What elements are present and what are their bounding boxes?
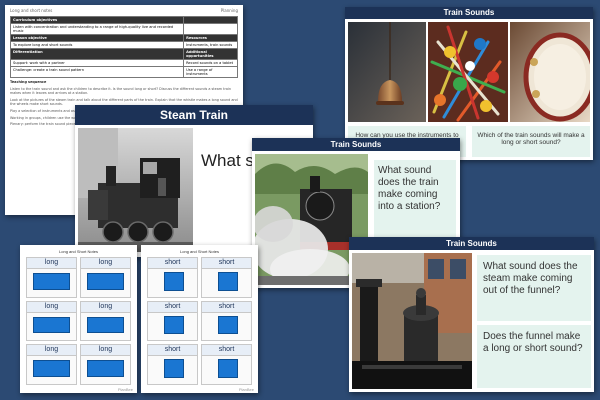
- word-card-label: short: [148, 258, 197, 269]
- word-card-label: long: [27, 345, 76, 357]
- instruments-photo: [348, 22, 590, 122]
- word-card-short: short: [201, 300, 252, 342]
- table-cell: Differentiation: [9, 48, 185, 60]
- word-card-label: short: [202, 301, 251, 313]
- table-row: Differentiation Additional opportunities: [9, 48, 238, 60]
- funnel-illustration: [352, 253, 472, 389]
- word-card-label: long: [27, 301, 76, 313]
- table-row: Lesson objective Resources: [9, 34, 238, 42]
- table-cell: Instruments, train sounds: [183, 41, 238, 49]
- instruments-illustration: [348, 22, 590, 122]
- word-card-label: short: [202, 258, 251, 269]
- question-box-long-short: Which of the train sounds will make a lo…: [472, 126, 590, 157]
- table-cell: To explore long and short sounds: [9, 41, 185, 49]
- word-card-short: short: [201, 344, 252, 385]
- table-row: Support: work with a partner Record sound…: [9, 59, 238, 67]
- word-card-label: long: [81, 301, 130, 313]
- table-row: Curriculum objectives: [9, 16, 238, 24]
- table-row: Challenge: create a train sound pattern U…: [9, 66, 238, 78]
- sheet-title: Long and Short Notes: [59, 249, 98, 254]
- word-card-short: short: [201, 257, 252, 298]
- doc-paragraph: Listen to the train sound and ask the ch…: [10, 86, 232, 96]
- short-note-block: [217, 359, 238, 378]
- long-note-block: [33, 360, 70, 377]
- doc-header-brand: Planning: [220, 8, 238, 13]
- short-note-block: [217, 272, 238, 291]
- word-card-long: long: [80, 300, 131, 342]
- word-card-long: long: [26, 344, 77, 385]
- table-cell: Use a range of instruments: [183, 66, 238, 78]
- long-word-cards-sheet: Long and Short Notes long long long long…: [20, 245, 137, 393]
- word-card-label: short: [202, 345, 251, 357]
- locomotive-illustration: [78, 128, 193, 252]
- long-note-block: [87, 273, 124, 290]
- word-card-long: long: [26, 300, 77, 342]
- table-cell: Listen with concentration and understand…: [9, 23, 185, 35]
- long-note-block: [87, 316, 124, 334]
- short-note-block: [163, 359, 184, 378]
- table-row: To explore long and short sounds Instrume…: [9, 41, 238, 49]
- word-card-long: long: [80, 344, 131, 385]
- funnel-photo: [352, 253, 472, 389]
- question-box-funnel: Does the funnel make a long or short sou…: [477, 325, 591, 388]
- table-row: Listen with concentration and understand…: [9, 23, 238, 35]
- table-cell: Lesson objective: [9, 34, 185, 42]
- table-cell: [183, 16, 238, 24]
- doc-header-title: Long and short notes: [10, 8, 53, 13]
- word-card-short: short: [147, 257, 198, 298]
- doc-header: Long and short notes Planning: [5, 5, 243, 14]
- table-cell: [183, 23, 238, 35]
- word-card-grid: long long long long long long: [26, 257, 131, 385]
- long-note-block: [87, 360, 124, 377]
- sheet-footer: PlanBee: [117, 387, 133, 392]
- planning-table: Curriculum objectives Listen with concen…: [9, 16, 238, 78]
- word-card-label: short: [148, 345, 197, 357]
- word-card-long: long: [26, 257, 77, 298]
- table-cell: Record sounds on a tablet: [183, 59, 238, 67]
- short-note-block: [163, 315, 184, 335]
- table-cell: Curriculum objectives: [9, 16, 185, 24]
- slide-title: Steam Train: [75, 105, 313, 125]
- word-card-label: short: [148, 301, 197, 313]
- sheet-footer: PlanBee: [238, 387, 254, 392]
- question-box-steam: What sound does the steam make coming ou…: [477, 255, 591, 321]
- table-cell: Resources: [183, 34, 238, 42]
- word-card-grid: short short short short short short: [147, 257, 252, 385]
- short-note-block: [163, 272, 184, 291]
- slide-train-sounds-funnel: Train Sounds What sound does the steam m…: [349, 237, 594, 392]
- long-note-block: [33, 316, 70, 334]
- word-card-short: short: [147, 300, 198, 342]
- table-cell: Challenge: create a train sound pattern: [9, 66, 185, 78]
- steam-train-photo: [78, 128, 193, 252]
- long-note-block: [33, 273, 70, 290]
- sheet-title: Long and Short Notes: [180, 249, 219, 254]
- slide-title: Train Sounds: [252, 138, 460, 151]
- word-card-label: long: [27, 258, 76, 269]
- short-word-cards-sheet: Long and Short Notes short short short s…: [141, 245, 258, 393]
- short-note-block: [217, 315, 238, 335]
- slide-title: Train Sounds: [345, 7, 593, 19]
- word-card-short: short: [147, 344, 198, 385]
- word-card-label: long: [81, 345, 130, 357]
- word-card-long: long: [80, 257, 131, 298]
- doc-section-heading: Teaching sequence: [10, 80, 47, 84]
- word-card-label: long: [81, 258, 130, 269]
- slide-title: Train Sounds: [349, 237, 594, 250]
- table-cell: Additional opportunities: [183, 48, 238, 60]
- table-cell: Support: work with a partner: [9, 59, 185, 67]
